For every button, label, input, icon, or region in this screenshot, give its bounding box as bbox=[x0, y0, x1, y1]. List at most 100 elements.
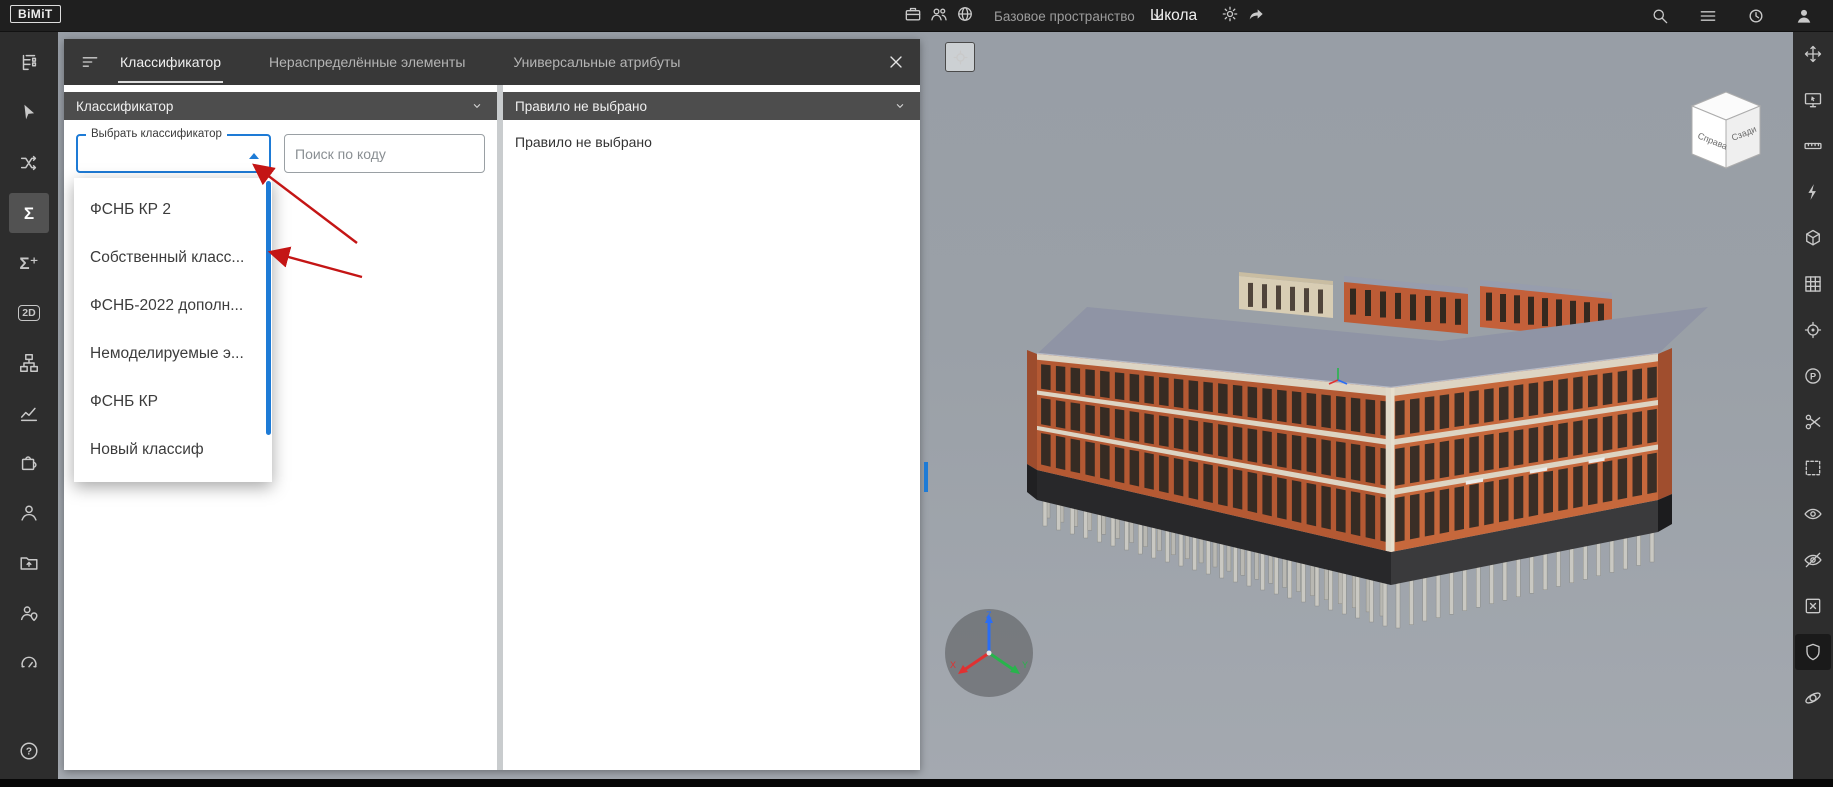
project-title: Школа bbox=[1150, 7, 1198, 24]
plugins-button[interactable] bbox=[9, 443, 49, 483]
grid-button[interactable] bbox=[1795, 266, 1831, 302]
app-logo: BiMiT bbox=[10, 5, 61, 23]
history-icon[interactable] bbox=[1743, 6, 1769, 26]
dropdown-item[interactable]: Новый классиф bbox=[74, 426, 272, 474]
section-icon bbox=[1803, 412, 1823, 432]
shared-folder-icon bbox=[18, 552, 40, 574]
panel-edge-scrollbar[interactable] bbox=[924, 462, 928, 492]
globe-session-icon[interactable] bbox=[952, 4, 978, 24]
project-actions bbox=[1217, 4, 1269, 29]
locate-button[interactable] bbox=[1795, 312, 1831, 348]
filter-shield-icon bbox=[1803, 642, 1823, 662]
rule-section-title: Правило не выбрано bbox=[515, 98, 648, 114]
shared-folder-button[interactable] bbox=[9, 543, 49, 583]
progress-chart-icon bbox=[18, 402, 40, 424]
svg-text:?: ? bbox=[26, 747, 32, 758]
axis-gizmo[interactable]: Z X Y bbox=[942, 606, 1037, 701]
help-button[interactable]: ? bbox=[9, 731, 49, 771]
svg-text:P: P bbox=[1810, 372, 1816, 382]
clash-button[interactable] bbox=[1795, 174, 1831, 210]
user-location-icon bbox=[18, 602, 40, 624]
classifier-select-input[interactable] bbox=[78, 136, 269, 171]
chevron-down-icon bbox=[892, 98, 908, 114]
account-icon[interactable] bbox=[1791, 6, 1817, 26]
hierarchy-button[interactable] bbox=[9, 343, 49, 383]
clear-selection-button[interactable] bbox=[1795, 588, 1831, 624]
pan-button[interactable] bbox=[1795, 36, 1831, 72]
rule-pane: Правило не выбрано Правило не выбрано bbox=[503, 85, 920, 770]
hide-eye-icon bbox=[1803, 550, 1823, 570]
dropdown-item[interactable]: Собственный класс... bbox=[74, 234, 272, 282]
pan-icon bbox=[1803, 44, 1823, 64]
show-eye-button[interactable] bbox=[1795, 496, 1831, 532]
select-cursor-icon bbox=[18, 102, 40, 124]
panel-tabs: Классификатор Нераспределённые элементы Ун… bbox=[118, 41, 726, 83]
topbar-right-actions bbox=[1647, 0, 1817, 32]
panel-tab-2[interactable]: Нераспределённые элементы bbox=[267, 41, 467, 83]
team-icon[interactable] bbox=[926, 4, 952, 24]
user-location-button[interactable] bbox=[9, 593, 49, 633]
progress-chart-button[interactable] bbox=[9, 393, 49, 433]
search-icon[interactable] bbox=[1647, 6, 1673, 26]
clear-selection-icon bbox=[1803, 596, 1823, 616]
settings-gear-icon[interactable] bbox=[1217, 4, 1243, 24]
estimate-sum-icon: Σ bbox=[23, 203, 35, 223]
panel-tab-1[interactable]: Классификатор bbox=[118, 41, 224, 83]
chevron-down-icon bbox=[469, 98, 485, 114]
axis-x-label: X bbox=[950, 660, 956, 670]
navigation-cube[interactable]: Справа Сзади bbox=[1680, 82, 1772, 177]
region-select-button[interactable] bbox=[1795, 450, 1831, 486]
workspace-switcher[interactable]: Базовое пространство bbox=[900, 0, 1171, 32]
user-button[interactable] bbox=[9, 493, 49, 533]
dropdown-item[interactable]: Немоделируемые э... bbox=[74, 330, 272, 378]
volume-box-button[interactable] bbox=[1795, 220, 1831, 256]
select-cursor-button[interactable] bbox=[9, 93, 49, 133]
measure-button[interactable] bbox=[1795, 128, 1831, 164]
panel-tab-3[interactable]: Универсальные атрибуты bbox=[511, 41, 682, 83]
focus-model-button[interactable] bbox=[945, 42, 975, 72]
classifier-select[interactable]: Выбрать классификатор bbox=[76, 128, 271, 173]
3d-model-building[interactable] bbox=[1000, 260, 1720, 700]
locate-icon bbox=[1803, 320, 1823, 340]
hide-eye-button[interactable] bbox=[1795, 542, 1831, 578]
orbit-button[interactable] bbox=[1795, 680, 1831, 716]
dashboard-gauge-button[interactable] bbox=[9, 643, 49, 683]
view-toolbar: P bbox=[1793, 32, 1833, 779]
show-eye-icon bbox=[1803, 504, 1823, 524]
rule-empty-text: Правило не выбрано bbox=[515, 134, 652, 150]
code-search-input[interactable] bbox=[285, 135, 484, 172]
panel-menu-icon[interactable] bbox=[80, 52, 100, 72]
estimate-sum-button[interactable]: Σ bbox=[9, 193, 49, 233]
estimate-add-button[interactable]: Σ⁺ bbox=[9, 243, 49, 283]
clash-icon bbox=[1803, 182, 1823, 202]
filter-shield-button[interactable] bbox=[1795, 634, 1831, 670]
grid-icon bbox=[1803, 274, 1823, 294]
rule-section-header[interactable]: Правило не выбрано bbox=[503, 92, 920, 120]
share-icon[interactable] bbox=[1243, 4, 1269, 24]
workspace-label: Базовое пространство bbox=[994, 8, 1135, 24]
measure-icon bbox=[1803, 136, 1823, 156]
close-icon[interactable] bbox=[886, 52, 906, 72]
dropdown-item[interactable]: ФСНБ КР 2 bbox=[74, 186, 272, 234]
dropdown-item[interactable]: ФСНБ КР bbox=[74, 378, 272, 426]
screen-button[interactable] bbox=[1795, 82, 1831, 118]
section-button[interactable] bbox=[1795, 404, 1831, 440]
panel-panes: Классификатор Выбрать классификатор ФСНБ… bbox=[64, 85, 920, 770]
screen-icon bbox=[1803, 90, 1823, 110]
links-icon bbox=[18, 152, 40, 174]
bottom-status-bar bbox=[0, 779, 1833, 787]
classifier-panel: Классификатор Нераспределённые элементы Ун… bbox=[64, 39, 920, 770]
dropdown-item[interactable]: ФСНБ-2022 дополн... bbox=[74, 282, 272, 330]
menu-icon[interactable] bbox=[1695, 6, 1721, 26]
classifier-pane: Классификатор Выбрать классификатор ФСНБ… bbox=[64, 85, 497, 770]
parking-button[interactable]: P bbox=[1795, 358, 1831, 394]
classifier-section-title: Классификатор bbox=[76, 98, 174, 114]
code-search-field[interactable] bbox=[284, 134, 485, 173]
briefcase-icon[interactable] bbox=[900, 4, 926, 24]
view-2d-button[interactable]: 2D bbox=[9, 293, 49, 333]
crosshair-icon bbox=[951, 48, 970, 67]
links-button[interactable] bbox=[9, 143, 49, 183]
model-tree-button[interactable] bbox=[9, 43, 49, 83]
dropdown-scrollbar[interactable] bbox=[266, 181, 271, 435]
classifier-section-header[interactable]: Классификатор bbox=[64, 92, 497, 120]
